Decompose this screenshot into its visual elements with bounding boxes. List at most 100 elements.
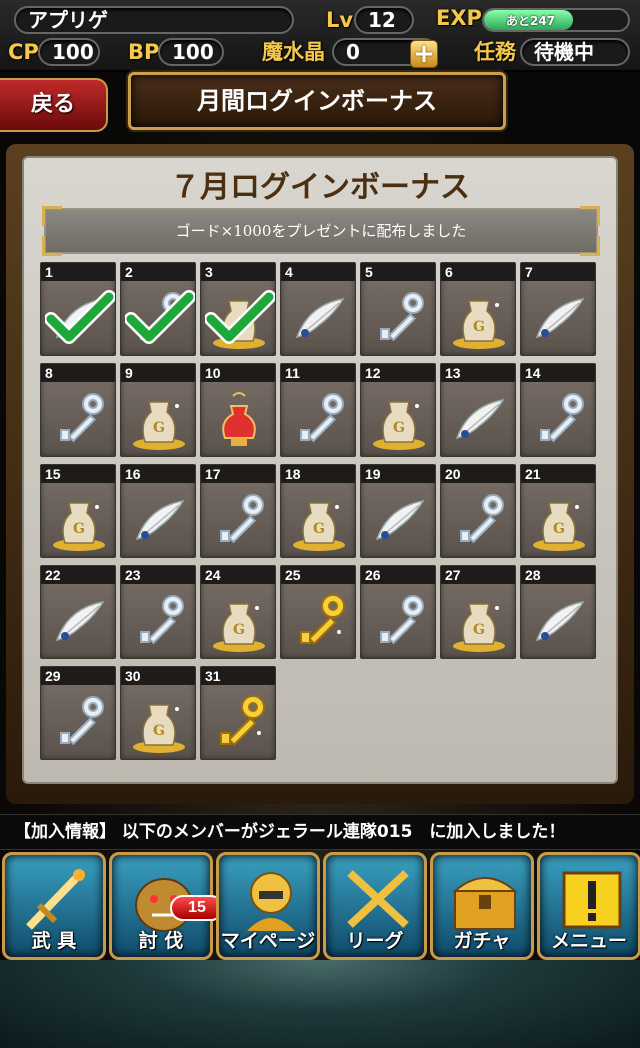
exclamation-icon	[554, 865, 630, 935]
day-cell: 12 G	[360, 363, 436, 457]
page-title: 月間ログインボーナス	[128, 72, 506, 130]
day-cell: 28	[520, 565, 596, 659]
potion-icon	[209, 386, 269, 452]
background-bottom	[0, 960, 640, 1048]
level-value: 12	[354, 6, 414, 34]
news-ticker[interactable]: 【加入情報】 以下のメンバーがジェラール連隊015 に加入しました！	[0, 814, 640, 850]
back-button[interactable]: 戻る	[0, 78, 108, 132]
day-number: 2	[121, 263, 195, 281]
key-icon	[449, 487, 509, 553]
exp-bar: あと247	[482, 8, 630, 32]
corner-ornament	[42, 206, 62, 226]
exp-remaining: あと247	[506, 14, 556, 28]
player-name: アプリゲ	[14, 6, 294, 34]
day-number: 14	[521, 364, 595, 382]
status-bar: アプリゲ Lv 12 EXP あと247 CP 100 BP 100 魔水晶 0…	[0, 0, 640, 72]
nav-label: マイページ	[220, 930, 316, 952]
feather-icon	[529, 285, 589, 351]
cp-label: CP	[8, 40, 39, 64]
feather-icon	[449, 386, 509, 452]
nav-button-2[interactable]: 討 伐 15	[109, 852, 224, 960]
nav-button-1[interactable]: 武 具	[2, 852, 106, 960]
claimed-check-icon	[44, 289, 116, 349]
nav-button-3[interactable]: マイページ	[216, 852, 320, 960]
day-cell: 17	[200, 464, 276, 558]
day-cell: 13	[440, 363, 516, 457]
exp-label: EXP	[436, 6, 482, 30]
gold-icon: G	[129, 689, 189, 755]
key-icon	[49, 689, 109, 755]
claimed-check-icon	[124, 289, 196, 349]
crossed-swords-icon	[340, 865, 416, 935]
gold-key-icon	[289, 588, 349, 654]
bonus-message: ゴード×1000をプレゼントに配布しました	[44, 208, 598, 254]
corner-ornament	[580, 206, 600, 226]
day-number: 10	[201, 364, 275, 382]
nav-button-4[interactable]: リーグ	[323, 852, 427, 960]
nav-label: 武 具	[31, 930, 77, 952]
day-number: 30	[121, 667, 195, 685]
svg-text:G: G	[73, 521, 85, 537]
day-number: 12	[361, 364, 435, 382]
svg-text:G: G	[393, 420, 405, 436]
corner-ornament	[42, 236, 62, 256]
mission-status: 待機中	[520, 38, 630, 66]
day-number: 16	[121, 465, 195, 483]
day-number: 7	[521, 263, 595, 281]
key-icon	[529, 386, 589, 452]
day-number: 28	[521, 566, 595, 584]
feather-icon	[369, 487, 429, 553]
svg-text:G: G	[153, 723, 165, 739]
day-number: 31	[201, 667, 275, 685]
svg-text:G: G	[473, 622, 485, 638]
svg-text:G: G	[153, 420, 165, 436]
svg-text:G: G	[233, 622, 245, 638]
day-cell: 27 G	[440, 565, 516, 659]
day-cell: 1	[40, 262, 116, 356]
nav-label: 討 伐	[138, 930, 184, 952]
day-cell: 21 G	[520, 464, 596, 558]
day-number: 9	[121, 364, 195, 382]
day-cell: 14	[520, 363, 596, 457]
nav-label: メニュー	[550, 930, 627, 952]
day-cell: 7	[520, 262, 596, 356]
day-number: 23	[121, 566, 195, 584]
day-cell: 20	[440, 464, 516, 558]
day-number: 6	[441, 263, 515, 281]
day-cell: 16	[120, 464, 196, 558]
day-cell: 5	[360, 262, 436, 356]
cp-value: 100	[38, 38, 100, 66]
gold-icon: G	[449, 588, 509, 654]
nav-label: ガチャ	[453, 930, 511, 952]
day-number: 11	[281, 364, 355, 382]
gold-icon: G	[129, 386, 189, 452]
day-cell: 4	[280, 262, 356, 356]
feather-icon	[289, 285, 349, 351]
nav-button-5[interactable]: ガチャ	[430, 852, 534, 960]
day-number: 22	[41, 566, 115, 584]
day-cell: 19	[360, 464, 436, 558]
day-number: 18	[281, 465, 355, 483]
claimed-check-icon	[204, 289, 276, 349]
day-cell: 26	[360, 565, 436, 659]
day-number: 1	[41, 263, 115, 281]
nav-label: リーグ	[346, 930, 404, 952]
day-number: 17	[201, 465, 275, 483]
day-cell: 30 G	[120, 666, 196, 760]
day-cell: 18 G	[280, 464, 356, 558]
feather-icon	[49, 588, 109, 654]
day-cell: 3G	[200, 262, 276, 356]
level-label: Lv	[326, 8, 354, 32]
nav-button-6[interactable]: メニュー	[537, 852, 640, 960]
treasure-chest-icon	[447, 865, 523, 935]
day-cell: 15 G	[40, 464, 116, 558]
add-crystal-button[interactable]: +	[410, 40, 438, 68]
panel-title: ７月ログインボーナス	[170, 170, 470, 205]
bp-value: 100	[158, 38, 224, 66]
key-icon	[209, 487, 269, 553]
day-number: 3	[201, 263, 275, 281]
key-icon	[129, 588, 189, 654]
day-number: 8	[41, 364, 115, 382]
day-cell: 31	[200, 666, 276, 760]
day-number: 24	[201, 566, 275, 584]
